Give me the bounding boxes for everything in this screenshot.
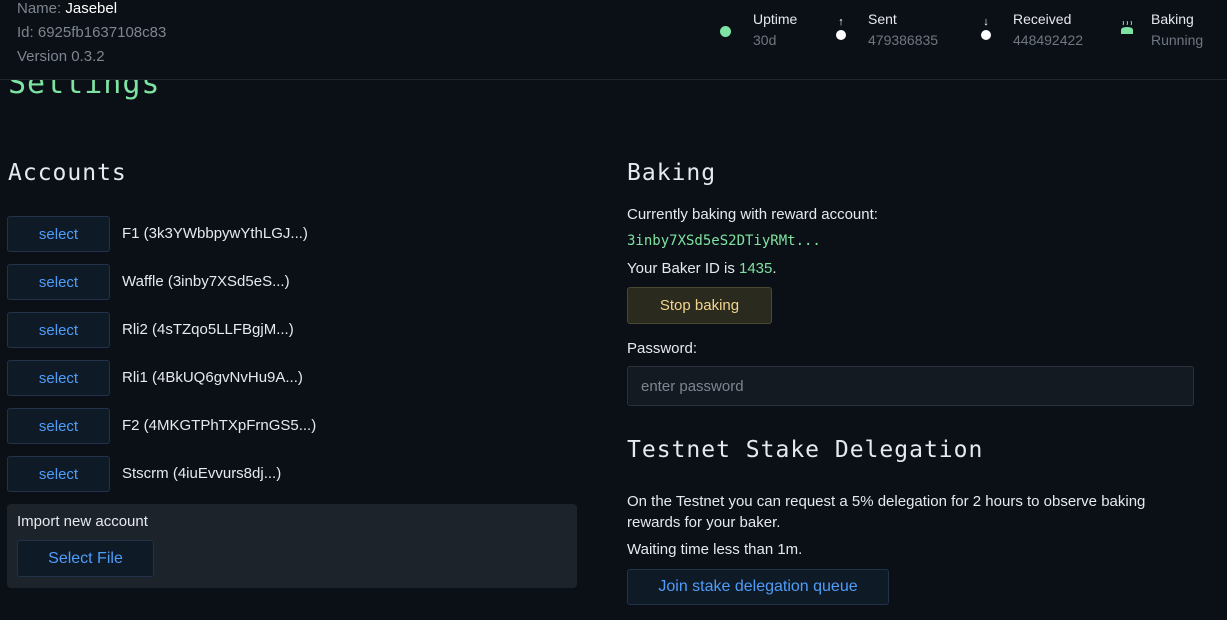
accounts-heading: Accounts <box>8 160 127 186</box>
delegation-waiting-text: Waiting time less than 1m. <box>627 541 803 558</box>
stat-baking-value: Running <box>1151 32 1204 48</box>
account-label: Stscrm (4iuEvvurs8dj...) <box>122 465 282 482</box>
baker-id-value: 1435 <box>739 260 773 277</box>
select-account-button[interactable]: select <box>7 312 110 348</box>
stat-uptime-value: 30d <box>753 32 777 48</box>
import-account-panel: Import new account Select File <box>7 504 577 588</box>
account-label: Rli1 (4BkUQ6gvNvHu9A...) <box>122 369 303 386</box>
password-label: Password: <box>627 340 698 357</box>
account-row: select Waffle (3inby7XSd5eS...) <box>7 264 567 302</box>
upload-arrow-icon: ↑ <box>836 17 848 40</box>
account-label: Rli2 (4sTZqo5LLFBgjM...) <box>122 321 294 338</box>
account-row: select Rli1 (4BkUQ6gvNvHu9A...) <box>7 360 567 398</box>
account-label: F1 (3k3YWbbpywYthLGJ...) <box>122 225 308 242</box>
bread-icon <box>1120 20 1134 39</box>
stat-sent-label: Sent <box>868 11 897 27</box>
account-row: select F2 (4MKGTPhTXpFrnGS5...) <box>7 408 567 446</box>
import-account-label: Import new account <box>17 513 148 530</box>
stat-uptime-label: Uptime <box>753 11 798 27</box>
select-account-button[interactable]: select <box>7 360 110 396</box>
status-dot-icon <box>720 23 732 41</box>
stat-received-label: Received <box>1013 11 1072 27</box>
baker-id-prefix: Your Baker ID is <box>627 260 739 277</box>
join-delegation-queue-button[interactable]: Join stake delegation queue <box>627 569 889 605</box>
delegation-description: On the Testnet you can request a 5% dele… <box>627 493 1146 531</box>
select-account-button[interactable]: select <box>7 456 110 492</box>
account-label: Waffle (3inby7XSd5eS...) <box>122 273 290 290</box>
account-row: select Rli2 (4sTZqo5LLFBgjM...) <box>7 312 567 350</box>
stat-sent-value: 479386835 <box>868 32 939 48</box>
select-account-button[interactable]: select <box>7 408 110 444</box>
reward-account-value: 3inby7XSd5eS2DTiyRMt... <box>627 233 821 249</box>
select-account-button[interactable]: select <box>7 264 110 300</box>
select-file-button[interactable]: Select File <box>17 540 154 577</box>
download-arrow-icon: ↓ <box>981 17 993 40</box>
account-row: select F1 (3k3YWbbpywYthLGJ...) <box>7 216 567 254</box>
baker-id-text: Your Baker ID is 1435. <box>627 260 777 277</box>
stop-baking-button[interactable]: Stop baking <box>627 287 772 324</box>
account-label: F2 (4MKGTPhTXpFrnGS5...) <box>122 417 317 434</box>
top-bar: Name: Jasebel Id: 6925fb1637108c83 Versi… <box>0 0 1227 80</box>
stat-baking-label: Baking <box>1151 11 1194 27</box>
delegation-heading: Testnet Stake Delegation <box>627 437 984 463</box>
reward-account-text: Currently baking with reward account: <box>627 206 878 223</box>
select-account-button[interactable]: select <box>7 216 110 252</box>
stats-bar: Uptime 30d ↑ Sent 479386835 ↓ Received 4… <box>0 11 1227 61</box>
password-input[interactable] <box>627 366 1194 406</box>
account-row: select Stscrm (4iuEvvurs8dj...) <box>7 456 567 494</box>
baker-id-suffix: . <box>772 260 777 277</box>
stat-received-value: 448492422 <box>1013 32 1084 48</box>
baking-heading: Baking <box>627 160 717 186</box>
